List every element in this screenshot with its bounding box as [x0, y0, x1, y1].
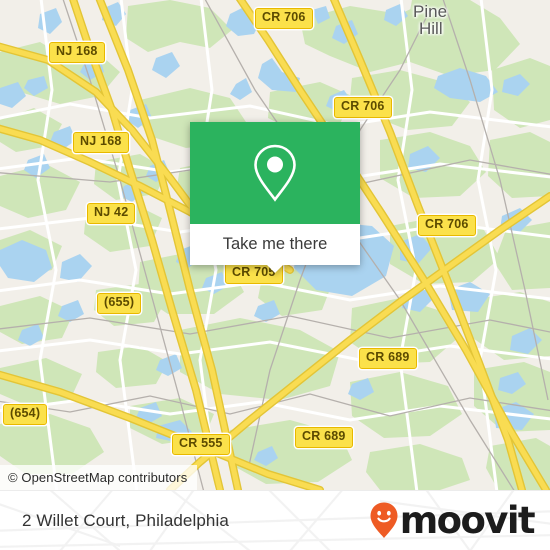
map-pin-icon [254, 144, 296, 202]
road-shield: NJ 168 [49, 42, 105, 63]
road-shield-label: NJ 42 [94, 205, 129, 219]
moovit-logo[interactable]: moovit [369, 499, 536, 542]
road-shield-label: CR 555 [179, 436, 223, 450]
card-pointer-tail [266, 264, 284, 273]
road-shield: NJ 42 [87, 203, 136, 224]
road-shield-label: CR 706 [425, 217, 469, 231]
road-shield: CR 706 [255, 8, 313, 29]
road-shield: NJ 168 [73, 132, 129, 153]
road-shield-label: (655) [104, 295, 135, 309]
road-shield-label: NJ 168 [80, 134, 122, 148]
road-shield-label: CR 706 [341, 99, 385, 113]
road-shield-label: CR 689 [366, 350, 410, 364]
moovit-wordmark: moovit [399, 499, 536, 542]
road-shield: (655) [97, 293, 142, 314]
road-shield-label: (654) [10, 406, 41, 420]
destination-card-header [190, 122, 360, 224]
road-shield: (654) [3, 404, 48, 425]
road-shield: CR 689 [359, 348, 417, 369]
moovit-smiley-pin-icon [370, 502, 398, 538]
road-shield-label: NJ 168 [56, 44, 98, 58]
road-shield-label: CR 689 [302, 429, 346, 443]
moovit-map-screenshot: Pine Hill CR 706 NJ 168 CR 706 NJ 168 NJ 42 C… [0, 0, 550, 550]
attribution-text: © OpenStreetMap contributors [8, 470, 188, 485]
take-me-there-label: Take me there [222, 235, 328, 253]
road-shield: CR 555 [172, 434, 230, 455]
road-shield: CR 706 [418, 215, 476, 236]
bottom-info-bar: 2 Willet Court, Philadelphia moovit [0, 490, 550, 550]
osm-attribution: © OpenStreetMap contributors [0, 465, 198, 490]
destination-card[interactable]: Take me there [190, 122, 360, 273]
road-shield: CR 706 [334, 97, 392, 118]
road-shield: CR 689 [295, 427, 353, 448]
destination-address: 2 Willet Court, Philadelphia [22, 511, 229, 531]
road-shield-label: CR 706 [262, 10, 306, 24]
address-text: 2 Willet Court, Philadelphia [22, 510, 229, 530]
take-me-there-button[interactable]: Take me there [190, 224, 360, 273]
